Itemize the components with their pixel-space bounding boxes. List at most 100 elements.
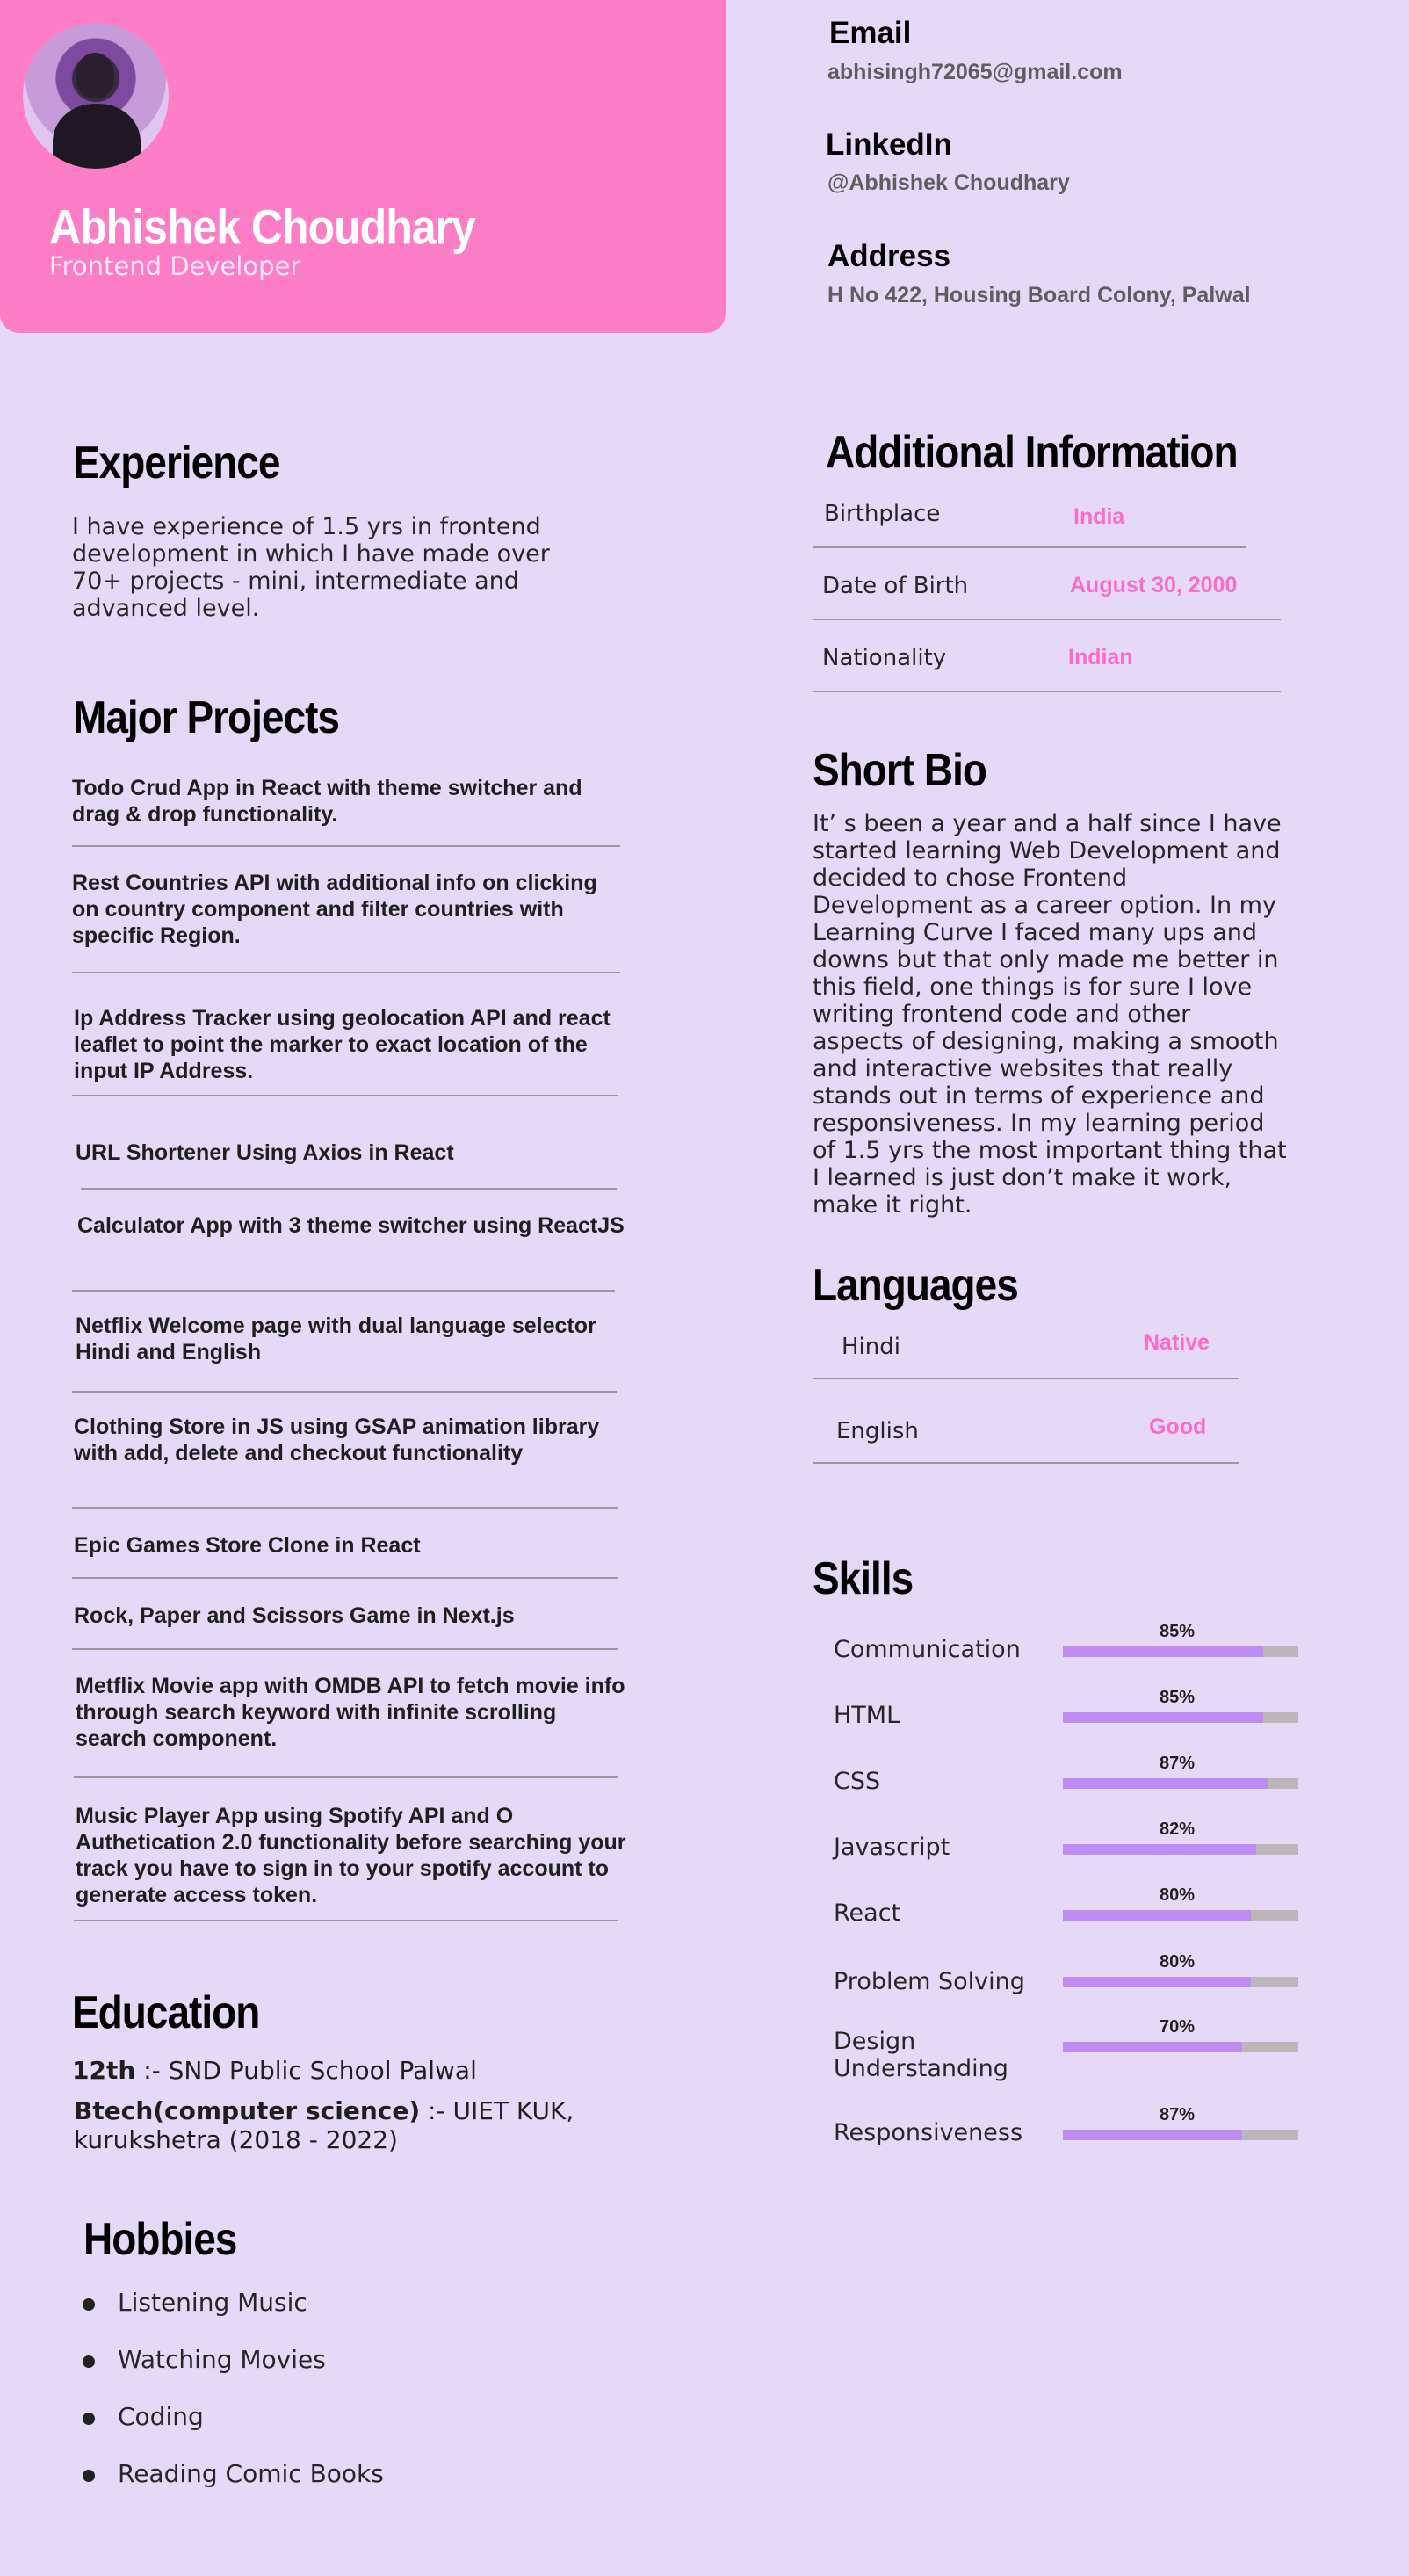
project-item: Music Player App using Spotify API and O…: [76, 1804, 626, 1907]
education-college-label: Btech(computer science): [74, 2096, 421, 2125]
skill-bar-fill: [1063, 1844, 1256, 1855]
skill-bar-fill: [1063, 1778, 1268, 1789]
info-key: Date of Birth: [822, 573, 969, 599]
info-value: Indian: [1068, 645, 1133, 669]
profile-avatar: [23, 23, 169, 169]
skill-name: Communication: [834, 1636, 1021, 1663]
skill-name: Design Understanding: [834, 2028, 1008, 2082]
project-divider: [81, 1188, 617, 1190]
project-divider: [72, 1648, 618, 1650]
skill-bar-fill: [1063, 2042, 1242, 2052]
language-divider: [813, 1378, 1239, 1379]
linkedin-value[interactable]: @Abhishek Choudhary: [827, 170, 1070, 196]
project-divider: [72, 1095, 618, 1096]
language-level: Good: [1149, 1415, 1207, 1439]
info-divider: [813, 691, 1281, 692]
language-level: Native: [1144, 1330, 1210, 1355]
project-item: Epic Games Store Clone in React: [74, 1533, 421, 1558]
info-divider: [813, 619, 1281, 620]
education-heading: Education: [72, 1986, 260, 2038]
info-divider: [813, 546, 1246, 548]
address-label: Address: [827, 239, 951, 273]
skill-bar-track: [1063, 1712, 1298, 1723]
skill-bar-track: [1063, 2130, 1298, 2140]
skills-heading: Skills: [813, 1552, 914, 1604]
language-name: Hindi: [842, 1334, 900, 1360]
project-divider: [72, 1577, 618, 1579]
skill-percent: 80%: [1160, 1885, 1196, 1905]
skill-name: Problem Solving: [834, 1968, 1025, 1995]
hobby-item: Listening Music: [118, 2288, 307, 2317]
education-school: 12th :- SND Public School Palwal: [72, 2056, 477, 2085]
skill-percent: 85%: [1160, 1688, 1196, 1707]
info-value: India: [1073, 504, 1125, 529]
skill-percent: 85%: [1160, 1622, 1196, 1641]
project-divider: [72, 1290, 615, 1292]
project-divider: [72, 1391, 617, 1393]
hobby-item: Reading Comic Books: [118, 2459, 384, 2488]
bullet-icon: [83, 2470, 95, 2482]
info-key: Birthplace: [824, 501, 941, 527]
bullet-icon: [83, 2413, 95, 2425]
skill-name: CSS: [834, 1768, 881, 1795]
project-divider: [72, 845, 620, 847]
languages-heading: Languages: [813, 1259, 1019, 1311]
skill-bar-track: [1063, 1910, 1298, 1921]
project-divider: [72, 972, 620, 973]
project-item: Rock, Paper and Scissors Game in Next.js: [74, 1603, 515, 1628]
skill-bar-fill: [1063, 1977, 1251, 1987]
project-item: Calculator App with 3 theme switcher usi…: [77, 1213, 625, 1238]
linkedin-label: LinkedIn: [826, 127, 952, 162]
skill-name: React: [834, 1899, 901, 1927]
hobbies-heading: Hobbies: [83, 2213, 237, 2265]
skill-bar-fill: [1063, 1712, 1263, 1723]
skill-bar-track: [1063, 1844, 1298, 1855]
language-name: English: [836, 1418, 919, 1444]
skill-name: Responsiveness: [834, 2119, 1023, 2146]
project-item: Ip Address Tracker using geolocation API…: [74, 1006, 611, 1083]
skill-percent: 87%: [1160, 2105, 1196, 2124]
hobby-item: Watching Movies: [118, 2345, 326, 2374]
skill-name: HTML: [834, 1702, 900, 1729]
skill-bar-track: [1063, 1977, 1298, 1987]
address-value: H No 422, Housing Board Colony, Palwal: [827, 283, 1251, 308]
skill-bar-track: [1063, 1778, 1298, 1789]
skill-percent: 87%: [1160, 1754, 1196, 1773]
skill-bar-fill: [1063, 1910, 1251, 1921]
bullet-icon: [83, 2298, 95, 2311]
project-item: URL Shortener Using Axios in React: [76, 1140, 454, 1165]
skill-percent: 82%: [1160, 1820, 1196, 1839]
skill-percent: 80%: [1160, 1952, 1196, 1972]
skill-bar-track: [1063, 1646, 1298, 1657]
profile-role: Frontend Developer: [49, 251, 301, 281]
language-divider: [813, 1462, 1239, 1464]
project-divider: [72, 1507, 618, 1509]
hobby-item: Coding: [118, 2402, 204, 2431]
project-item: Clothing Store in JS using GSAP animatio…: [74, 1415, 600, 1465]
projects-heading: Major Projects: [73, 691, 340, 743]
skill-bar-fill: [1063, 2130, 1242, 2140]
skill-percent: 70%: [1160, 2017, 1196, 2037]
experience-text: I have experience of 1.5 yrs in frontend…: [72, 513, 550, 622]
education-school-label: 12th: [72, 2056, 136, 2085]
project-divider: [74, 1776, 618, 1778]
project-divider: [74, 1920, 618, 1921]
skill-bar-fill: [1063, 1646, 1263, 1657]
skill-bar-track: [1063, 2042, 1298, 2052]
project-item: Netflix Welcome page with dual language …: [76, 1313, 596, 1364]
bio-text: It’ s been a year and a half since I hav…: [813, 810, 1287, 1219]
education-school-text: :- SND Public School Palwal: [143, 2056, 477, 2085]
project-item: Rest Countries API with additional info …: [72, 871, 597, 948]
skill-name: Javascript: [834, 1834, 950, 1861]
bullet-icon: [83, 2355, 95, 2368]
project-item: Todo Crud App in React with theme switch…: [72, 776, 582, 827]
project-item: Metflix Movie app with OMDB API to fetch…: [76, 1674, 625, 1751]
bio-heading: Short Bio: [813, 744, 987, 796]
email-label: Email: [829, 16, 912, 50]
email-value[interactable]: abhisingh72065@gmail.com: [827, 60, 1123, 85]
info-key: Nationality: [822, 645, 947, 671]
education-college: Btech(computer science) :- UIET KUK, kur…: [74, 2096, 689, 2154]
additional-info-heading: Additional Information: [826, 426, 1239, 478]
info-value: August 30, 2000: [1070, 573, 1238, 597]
experience-heading: Experience: [73, 437, 280, 488]
